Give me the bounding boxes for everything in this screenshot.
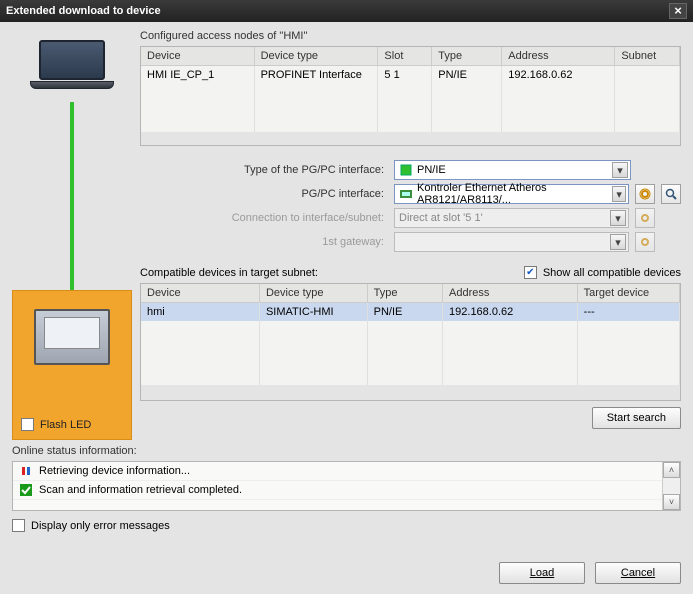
gear-icon (639, 212, 651, 224)
compatible-devices-table[interactable]: Device Device type Type Address Target d… (140, 283, 681, 401)
dropdown-arrow-icon: ▾ (610, 234, 626, 250)
cell2-target: --- (577, 303, 679, 322)
magnifier-icon (665, 188, 677, 200)
pg-if-value: Kontroler Ethernet Atheros AR8121/AR8113… (417, 182, 608, 206)
conn-row: Connection to interface/subnet: Direct a… (140, 208, 681, 228)
show-all-option[interactable]: Show all compatible devices (524, 266, 681, 279)
close-button[interactable]: × (669, 3, 687, 19)
dropdown-arrow-icon[interactable]: ▾ (612, 186, 626, 202)
flash-led-option[interactable]: Flash LED (21, 418, 91, 431)
dropdown-arrow-icon: ▾ (610, 210, 626, 226)
hmi-device-icon (34, 309, 110, 365)
cell2-devtype: SIMATIC-HMI (259, 303, 367, 322)
col-devtype[interactable]: Device type (254, 47, 378, 66)
ok-icon (19, 484, 33, 496)
configured-nodes-table[interactable]: Device Device type Slot Type Address Sub… (140, 46, 681, 146)
pg-if-row: PG/PC interface: Kontroler Ethernet Athe… (140, 184, 681, 204)
show-all-checkbox[interactable] (524, 266, 537, 279)
start-search-button[interactable]: Start search (592, 407, 681, 429)
cell-address: 192.168.0.62 (502, 66, 615, 85)
cell-slot: 5 1 (378, 66, 432, 85)
dropdown-arrow-icon[interactable]: ▾ (612, 162, 628, 178)
col-device[interactable]: Device (141, 47, 254, 66)
pg-type-value: PN/IE (417, 164, 446, 176)
table-row[interactable]: HMI IE_CP_1 PROFINET Interface 5 1 PN/IE… (141, 66, 680, 85)
cell-subnet (615, 66, 680, 85)
pg-type-combo[interactable]: PN/IE ▾ (394, 160, 631, 180)
pg-type-label: Type of the PG/PC interface: (140, 164, 388, 176)
dialog-footer: Load Cancel (12, 552, 681, 584)
conn-combo: Direct at slot '5 1' ▾ (394, 208, 629, 228)
cell2-type: PN/IE (367, 303, 442, 322)
load-button[interactable]: Load (499, 562, 585, 584)
title-bar: Extended download to device × (0, 0, 693, 22)
compatible-devices-label: Compatible devices in target subnet: (140, 267, 318, 279)
status-scrollbar[interactable]: ˄ ˅ (662, 462, 680, 510)
only-errors-label: Display only error messages (31, 520, 170, 532)
gear-icon (639, 188, 651, 200)
col2-target[interactable]: Target device (577, 284, 679, 303)
only-errors-option[interactable]: Display only error messages (12, 519, 681, 532)
pg-if-label: PG/PC interface: (140, 188, 388, 200)
configured-nodes-label: Configured access nodes of "HMI" (140, 30, 681, 42)
gateway-label: 1st gateway: (140, 236, 388, 248)
device-graphic-column: Flash LED (12, 30, 132, 429)
conn-properties-button (635, 208, 655, 228)
nic-icon (399, 187, 413, 201)
window-title: Extended download to device (6, 5, 161, 17)
col2-type[interactable]: Type (367, 284, 442, 303)
status-text: Scan and information retrieval completed… (39, 484, 242, 496)
diagnostics-button[interactable] (661, 184, 681, 204)
flash-led-label: Flash LED (40, 419, 91, 431)
col-subnet[interactable]: Subnet (615, 47, 680, 66)
col-type[interactable]: Type (432, 47, 502, 66)
dialog-content: Flash LED Configured access nodes of "HM… (0, 22, 693, 594)
properties-button[interactable] (635, 184, 655, 204)
busy-icon (19, 465, 33, 477)
cell-type: PN/IE (432, 66, 502, 85)
gateway-row: 1st gateway: ▾ (140, 232, 681, 252)
show-all-label: Show all compatible devices (543, 267, 681, 279)
gateway-combo: ▾ (394, 232, 629, 252)
cell-device: HMI IE_CP_1 (141, 66, 254, 85)
pn-ie-icon (399, 163, 413, 177)
cell2-device: hmi (141, 303, 259, 322)
status-row: Retrieving device information... (13, 462, 662, 481)
col-slot[interactable]: Slot (378, 47, 432, 66)
online-status-label: Online status information: (12, 445, 681, 457)
col2-device[interactable]: Device (141, 284, 259, 303)
cell-devtype: PROFINET Interface (254, 66, 378, 85)
status-row: Scan and information retrieval completed… (13, 481, 662, 500)
cell2-address: 192.168.0.62 (443, 303, 578, 322)
table-row[interactable]: hmi SIMATIC-HMI PN/IE 192.168.0.62 --- (141, 303, 680, 322)
col-address[interactable]: Address (502, 47, 615, 66)
status-list: Retrieving device information... Scan an… (12, 461, 681, 511)
cancel-button[interactable]: Cancel (595, 562, 681, 584)
gateway-properties-button (635, 232, 655, 252)
target-device-panel: Flash LED (12, 290, 132, 440)
pg-if-combo[interactable]: Kontroler Ethernet Atheros AR8121/AR8113… (394, 184, 629, 204)
conn-value: Direct at slot '5 1' (399, 212, 483, 224)
pg-pc-icon (30, 40, 114, 94)
gear-icon (639, 236, 651, 248)
only-errors-checkbox[interactable] (12, 519, 25, 532)
status-text: Retrieving device information... (39, 465, 190, 477)
scroll-down-button[interactable]: ˅ (663, 494, 680, 510)
scroll-up-button[interactable]: ˄ (663, 462, 680, 478)
col2-address[interactable]: Address (443, 284, 578, 303)
flash-led-checkbox[interactable] (21, 418, 34, 431)
pg-type-row: Type of the PG/PC interface: PN/IE ▾ (140, 160, 681, 180)
col2-devtype[interactable]: Device type (259, 284, 367, 303)
conn-label: Connection to interface/subnet: (140, 212, 388, 224)
